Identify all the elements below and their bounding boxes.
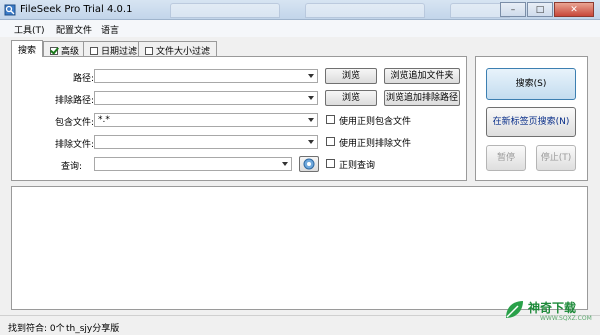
chevron-down-icon[interactable]	[308, 118, 314, 122]
search-button[interactable]: 搜索(S)	[486, 68, 576, 100]
menu-profiles[interactable]: 配置文件	[56, 23, 92, 36]
tab-size-filter[interactable]: 文件大小过滤	[138, 41, 218, 57]
leaf-icon	[506, 301, 523, 318]
regex-query-label: 正则查询	[339, 161, 376, 171]
regex-exclude-checkbox[interactable]	[326, 137, 335, 146]
include-files-label: 包含文件:	[54, 118, 94, 128]
checkbox-icon	[90, 47, 98, 55]
path-label: 路径:	[72, 74, 94, 84]
help-icon	[303, 158, 315, 170]
close-button[interactable]: ✕	[554, 2, 594, 17]
watermark-text: 神奇下载	[528, 301, 577, 315]
watermark-sub: WWW.SQXZ.COM	[540, 315, 592, 322]
browse-add-exclude-button[interactable]: 浏览追加排除路径	[384, 90, 460, 106]
query-label: 查询:	[60, 162, 82, 172]
path-combobox[interactable]	[94, 69, 318, 83]
exclude-files-combobox[interactable]	[94, 135, 318, 149]
watermark-logo: 神奇下载 WWW.SQXZ.COM	[500, 296, 592, 332]
browse-exclude-button[interactable]: 浏览	[325, 90, 377, 106]
exclude-path-label: 排除路径:	[54, 96, 94, 106]
include-files-value: *.*	[98, 115, 110, 125]
query-combobox[interactable]	[94, 157, 292, 171]
regex-include-label: 使用正则包含文件	[339, 117, 412, 127]
regex-include-checkbox[interactable]	[326, 115, 335, 124]
window-controls: – □ ✕	[499, 2, 594, 17]
regex-exclude-label: 使用正则排除文件	[339, 139, 412, 149]
tab-date-filter[interactable]: 日期过滤	[83, 41, 145, 57]
menu-bar: 工具(T) 配置文件 语言	[0, 20, 600, 37]
exclude-files-label: 排除文件:	[54, 140, 94, 150]
share-label: th_sjy分享版	[66, 324, 120, 334]
tab-advanced[interactable]: 高级	[43, 41, 87, 57]
chevron-down-icon[interactable]	[282, 162, 288, 166]
app-icon	[4, 4, 16, 16]
include-files-combobox[interactable]: *.*	[94, 113, 318, 127]
menu-language[interactable]: 语言	[101, 23, 119, 36]
stop-button[interactable]: 停止(T)	[536, 145, 576, 171]
search-new-tab-button[interactable]: 在新标签页搜索(N)	[486, 107, 576, 137]
browse-button[interactable]: 浏览	[325, 68, 377, 84]
query-help-button[interactable]	[299, 156, 319, 172]
minimize-button[interactable]: –	[500, 2, 526, 17]
browse-add-folder-button[interactable]: 浏览追加文件夹	[384, 68, 460, 84]
results-list[interactable]	[11, 186, 588, 310]
pause-button[interactable]: 暂停	[486, 145, 526, 171]
checked-checkbox-icon	[50, 47, 58, 55]
tab-label: 搜索	[18, 46, 37, 56]
tab-search[interactable]: 搜索	[11, 40, 44, 57]
window-title: FileSeek Pro Trial 4.0.1	[20, 4, 133, 15]
background-tab	[170, 3, 280, 18]
background-tab	[305, 3, 425, 18]
chevron-down-icon[interactable]	[308, 140, 314, 144]
action-panel: 搜索(S) 在新标签页搜索(N) 暂停 停止(T)	[475, 56, 588, 181]
checkbox-icon	[145, 47, 153, 55]
maximize-button[interactable]: □	[527, 2, 553, 17]
menu-tools[interactable]: 工具(T)	[14, 23, 45, 36]
exclude-path-combobox[interactable]	[94, 91, 318, 105]
result-count: 找到符合: 0个	[8, 324, 65, 334]
title-bar: FileSeek Pro Trial 4.0.1 – □ ✕	[0, 0, 600, 20]
search-panel: 路径: 浏览 浏览追加文件夹 排除路径: 浏览 浏览追加排除路径 包含文件: *…	[11, 56, 467, 181]
regex-query-checkbox[interactable]	[326, 159, 335, 168]
chevron-down-icon[interactable]	[308, 74, 314, 78]
chevron-down-icon[interactable]	[308, 96, 314, 100]
app-window: FileSeek Pro Trial 4.0.1 – □ ✕ 工具(T) 配置文…	[0, 0, 600, 335]
